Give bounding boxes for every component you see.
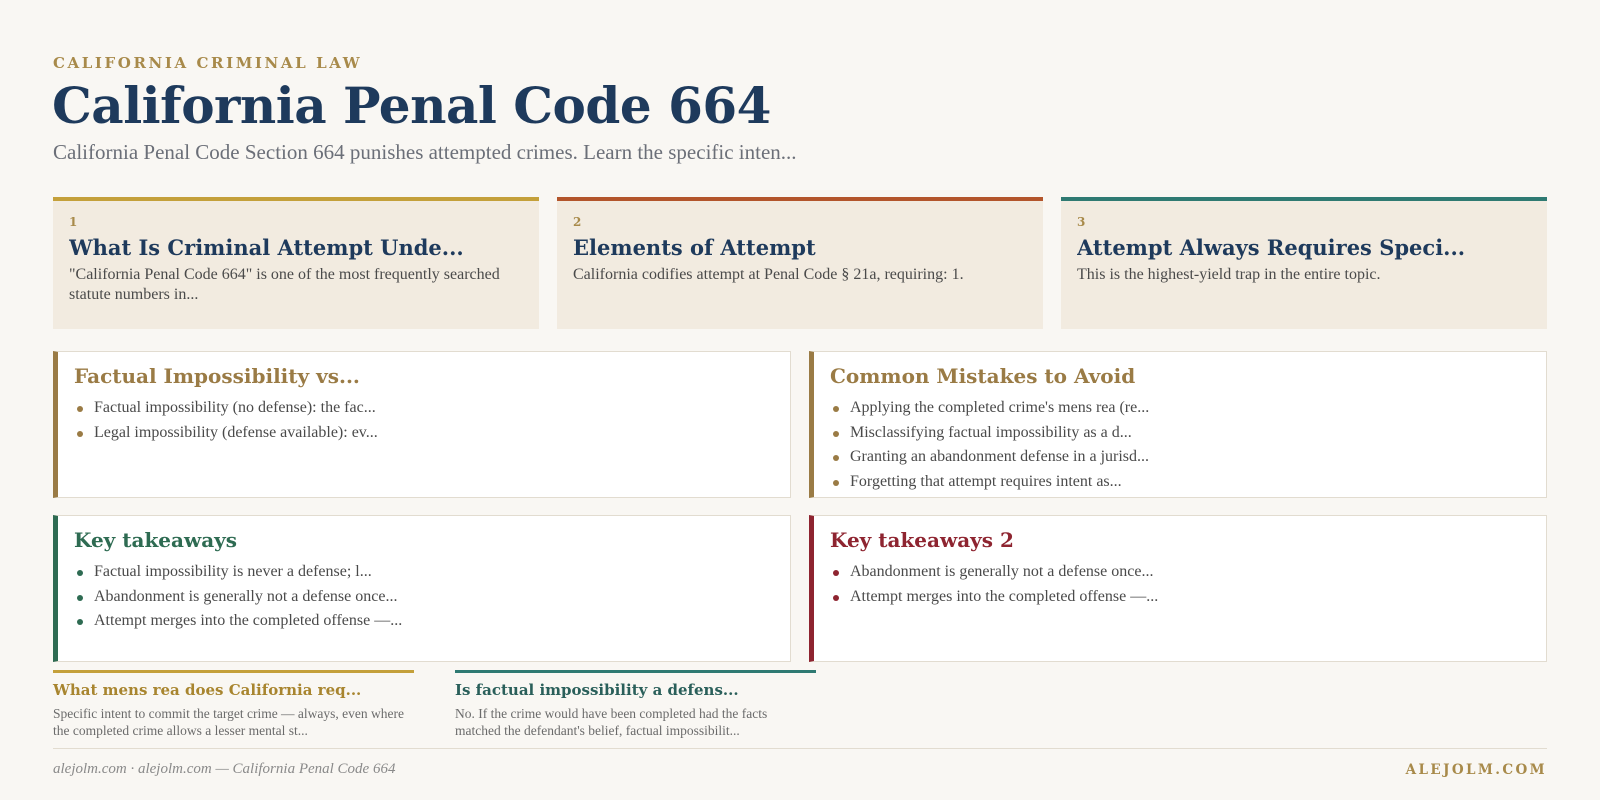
faq-item-2: Is factual impossibility a defens... No.… [455,670,816,739]
bullet-list: Abandonment is generally not a defense o… [830,560,1530,609]
step-card-3: 3 Attempt Always Requires Speci... This … [1061,197,1547,329]
list-item: Applying the completed crime's mens rea … [830,396,1530,421]
panel-impossibility: Factual Impossibility vs... Factual impo… [53,351,791,498]
bullet-icon [77,430,83,437]
page-subtitle: California Penal Code Section 664 punish… [53,140,797,164]
bullet-icon [77,570,83,576]
panel-title[interactable]: Factual Impossibility vs... [74,364,774,388]
bullet-icon [833,406,839,412]
bullet-icon [833,570,839,576]
panel-common-mistakes: Common Mistakes to Avoid Applying the co… [809,351,1547,498]
list-item: Forgetting that attempt requires intent … [830,470,1530,495]
list-item: Legal impossibility (defense available):… [74,421,774,446]
footer-brand-link[interactable]: ALEJOLM.COM [1406,762,1547,778]
step-body: "California Penal Code 664" is one of th… [69,266,500,303]
step-number: 3 [1077,215,1086,229]
bullet-icon [833,594,839,601]
bullet-icon [77,406,83,412]
list-item: Misclassifying factual impossibility as … [830,421,1530,446]
faq-question[interactable]: Is factual impossibility a defens... [455,681,816,699]
step-card-2: 2 Elements of Attempt California codifie… [557,197,1043,329]
panel-title[interactable]: Common Mistakes to Avoid [830,364,1530,388]
faq-answer: No. If the crime would have been complet… [455,706,768,738]
step-body: This is the highest-yield trap in the en… [1077,266,1381,283]
panel-key-takeaways-2: Key takeaways 2 Abandonment is generally… [809,515,1547,662]
step-title[interactable]: Elements of Attempt [573,235,1027,260]
faq-answer: Specific intent to commit the target cri… [53,706,405,738]
list-item: Attempt merges into the completed offens… [830,585,1530,610]
eyebrow-label: CALIFORNIA CRIMINAL LAW [53,54,363,72]
bullet-list: Factual impossibility is never a defense… [74,560,774,634]
bullet-icon [833,430,839,437]
panel-title[interactable]: Key takeaways 2 [830,528,1530,552]
step-number: 2 [573,215,582,229]
panel-key-takeaways: Key takeaways Factual impossibility is n… [53,515,791,662]
list-item: Factual impossibility (no defense): the … [74,396,774,421]
faq-item-1: What mens rea does California req... Spe… [53,670,414,739]
list-item: Factual impossibility is never a defense… [74,560,774,585]
bullet-icon [77,619,83,625]
footer-credit: alejolm.com · alejolm.com — California P… [53,761,396,777]
step-title[interactable]: What Is Criminal Attempt Unde... [69,235,523,260]
list-item: Abandonment is generally not a defense o… [74,585,774,610]
bullet-list: Factual impossibility (no defense): the … [74,396,774,445]
bullet-icon [77,594,83,601]
list-item: Granting an abandonment defense in a jur… [830,445,1530,470]
panel-title[interactable]: Key takeaways [74,528,774,552]
bullet-icon [833,455,839,461]
footer-divider [53,748,1547,749]
step-card-1: 1 What Is Criminal Attempt Unde... "Cali… [53,197,539,329]
step-title[interactable]: Attempt Always Requires Speci... [1077,235,1531,260]
faq-question[interactable]: What mens rea does California req... [53,681,414,699]
list-item: Attempt merges into the completed offens… [74,609,774,634]
step-number: 1 [69,215,78,229]
page-title: California Penal Code 664 [52,76,771,135]
bullet-icon [833,479,839,486]
step-body: California codifies attempt at Penal Cod… [573,266,964,283]
list-item: Abandonment is generally not a defense o… [830,560,1530,585]
bullet-list: Applying the completed crime's mens rea … [830,396,1530,494]
